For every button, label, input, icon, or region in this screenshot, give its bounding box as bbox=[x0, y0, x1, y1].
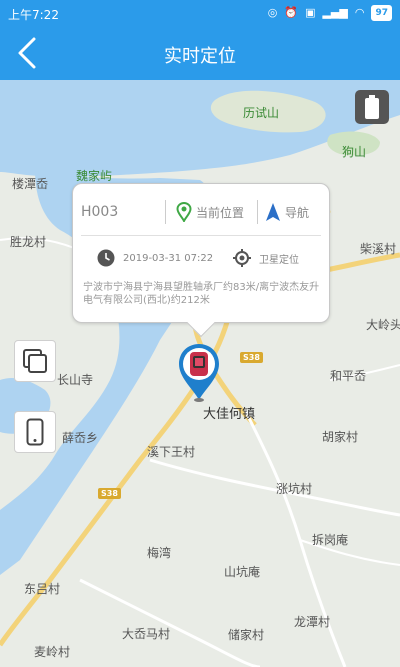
phone-locate-button[interactable] bbox=[14, 411, 56, 453]
hotspot-icon: ◎ bbox=[267, 6, 278, 19]
address-text: 宁波市宁海县宁海县望胜轴承厂约83米/离宁波杰友升电气有限公司(西北)约212米 bbox=[83, 282, 320, 306]
device-battery-button[interactable] bbox=[355, 90, 389, 124]
map-label-chujiacun: 储家村 bbox=[228, 628, 265, 642]
map-label-changshansi: 长山寺 bbox=[57, 373, 94, 387]
alarm-icon: ⏰ bbox=[284, 6, 299, 19]
vibrate-icon: ▣ bbox=[305, 6, 316, 19]
map-view[interactable]: 历试山 狗山 魏家屿 楼潭岙 胜龙村 柴溪村 大岭头 长山寺 和平岙 薛岙乡 大… bbox=[0, 80, 400, 667]
datetime-text: 2019-03-31 07:22 bbox=[123, 252, 214, 264]
phone-icon bbox=[26, 418, 44, 446]
map-label-chaiganglao: 拆岗庵 bbox=[312, 533, 349, 547]
popup-action-row: H003 当前位置 导航 bbox=[73, 198, 331, 226]
device-id: H003 bbox=[81, 204, 119, 220]
wifi-icon: ◠ bbox=[354, 6, 365, 19]
divider bbox=[257, 200, 258, 224]
datetime-info: 2019-03-31 07:22 bbox=[97, 249, 213, 267]
map-label-dajiahezhen: 大佳何镇 bbox=[203, 407, 256, 422]
map-label-lishishan: 历试山 bbox=[243, 106, 280, 120]
status-icons: ◎ ⏰ ▣ ▂▄▆ ◠ 97 bbox=[268, 5, 392, 21]
map-label-longtancun: 龙潭村 bbox=[294, 615, 331, 629]
current-position-label: 当前位置 bbox=[196, 205, 245, 220]
title-bar: 实时定位 bbox=[0, 26, 400, 80]
location-info-popup: H003 当前位置 导航 2019-03-31 07:22 卫星定位 宁波市宁海… bbox=[72, 183, 331, 338]
divider bbox=[165, 200, 166, 224]
page-title: 实时定位 bbox=[164, 46, 236, 67]
battery-icon bbox=[365, 95, 379, 119]
clock-icon bbox=[97, 249, 115, 267]
status-time: 上午7:22 bbox=[8, 8, 59, 22]
map-label-shankengan: 山坑庵 bbox=[224, 565, 261, 579]
map-label-zhangkengcun: 涨坑村 bbox=[276, 482, 313, 496]
map-label-hepingao: 和平岙 bbox=[330, 369, 367, 383]
map-label-goushan: 狗山 bbox=[342, 145, 367, 159]
map-label-chaixicun: 柴溪村 bbox=[360, 242, 397, 256]
location-type-info: 卫星定位 bbox=[233, 249, 299, 267]
map-label-mailingcun: 麦岭村 bbox=[34, 645, 71, 659]
navigation-label: 导航 bbox=[285, 205, 310, 220]
popup-divider bbox=[81, 235, 321, 236]
map-layers-button[interactable] bbox=[14, 340, 56, 382]
map-label-shenglongcun: 胜龙村 bbox=[10, 235, 47, 249]
location-type-text: 卫星定位 bbox=[259, 254, 299, 266]
navigation-arrow-icon bbox=[266, 203, 280, 221]
device-location-marker[interactable] bbox=[176, 342, 222, 402]
satellite-target-icon bbox=[233, 249, 251, 267]
road-shield-s38: S38 bbox=[98, 488, 121, 499]
map-label-weijiayu: 魏家屿 bbox=[76, 169, 113, 183]
map-label-xixiawangcun: 溪下王村 bbox=[147, 445, 196, 459]
map-layers-icon bbox=[23, 349, 47, 373]
navigation-button[interactable]: 导航 bbox=[265, 200, 309, 224]
map-label-hujiacun: 胡家村 bbox=[322, 430, 359, 444]
road-shield-s38: S38 bbox=[240, 352, 263, 363]
map-label-daaomacun: 大岙马村 bbox=[122, 627, 171, 641]
status-bar: 上午7:22 ◎ ⏰ ▣ ▂▄▆ ◠ 97 bbox=[0, 0, 400, 26]
map-label-dalingtou: 大岭头 bbox=[366, 318, 400, 332]
map-label-donglvcun: 东吕村 bbox=[24, 582, 61, 596]
battery-indicator: 97 bbox=[371, 5, 392, 21]
current-position-button[interactable]: 当前位置 bbox=[176, 200, 244, 224]
map-label-meiwan: 梅湾 bbox=[147, 546, 172, 560]
popup-info-row: 2019-03-31 07:22 卫星定位 bbox=[73, 246, 331, 268]
location-pin-icon bbox=[176, 202, 192, 222]
device-marker-icon bbox=[179, 344, 219, 402]
map-label-xuaoxiang: 薛岙乡 bbox=[62, 431, 99, 445]
map-label-loutanao: 楼潭岙 bbox=[12, 177, 49, 191]
signal-icon: ▂▄▆ bbox=[322, 6, 348, 19]
